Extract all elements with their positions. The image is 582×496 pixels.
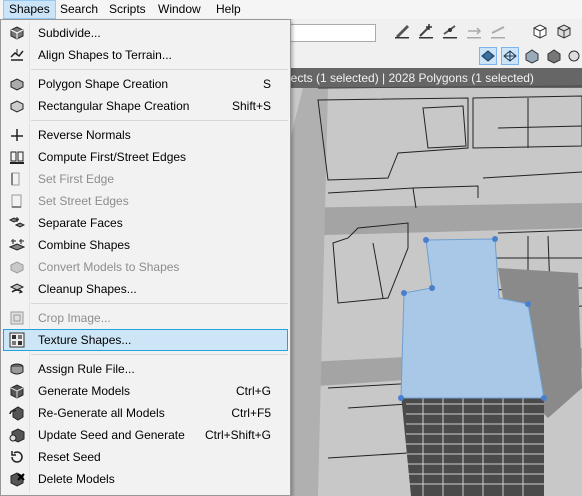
menu-item-label: Update Seed and Generate — [38, 428, 185, 442]
menu-item-reset-seed[interactable]: Reset Seed — [3, 446, 288, 468]
menu-item-update-seed-and-generate[interactable]: Update Seed and Generate Ctrl+Shift+G — [3, 424, 288, 446]
menu-item-shortcut: Shift+S — [231, 99, 271, 113]
merge-edges-icon — [465, 22, 483, 40]
menu-item-label: Texture Shapes... — [38, 333, 132, 347]
selection-info-text: jects (1 selected) | 2028 Polygons (1 se… — [288, 71, 534, 85]
menu-item-convert-models-to-shapes: Convert Models to Shapes — [3, 256, 288, 278]
wireframe-shaded-icon[interactable] — [479, 47, 497, 65]
menu-item-shortcut: Ctrl+F5 — [231, 406, 271, 420]
menu-help[interactable]: Help — [211, 0, 246, 19]
shaded-view-icon[interactable] — [545, 47, 563, 65]
crop-image-icon — [9, 310, 25, 326]
update-seed-icon — [9, 427, 25, 443]
menu-item-align-shapes-to-terrain[interactable]: Align Shapes to Terrain... — [3, 44, 288, 66]
viewport-3d[interactable] — [288, 68, 582, 496]
menu-item-shortcut: S — [262, 77, 271, 91]
menu-item-subdivide[interactable]: Subdivide... — [3, 22, 288, 44]
menu-separator — [31, 303, 288, 304]
viewport-info-bar: jects (1 selected) | 2028 Polygons (1 se… — [288, 68, 582, 88]
search-field[interactable] — [288, 24, 376, 42]
menu-item-cleanup-shapes[interactable]: Cleanup Shapes... — [3, 278, 288, 300]
assign-rule-icon — [9, 361, 25, 377]
menu-item-combine-shapes[interactable]: Combine Shapes — [3, 234, 288, 256]
menu-item-reverse-normals[interactable]: Reverse Normals — [3, 124, 288, 146]
menu-separator — [31, 354, 288, 355]
delete-models-icon — [9, 471, 25, 487]
menu-item-separate-faces[interactable]: Separate Faces — [3, 212, 288, 234]
menu-item-shortcut: Ctrl+Shift+G — [204, 428, 271, 442]
menu-item-label: Cleanup Shapes... — [38, 282, 137, 296]
menu-item-label: Compute First/Street Edges — [38, 150, 187, 164]
menu-item-label: Set Street Edges — [38, 194, 129, 208]
align-terrain-icon — [9, 47, 25, 63]
menu-item-polygon-shape-creation[interactable]: Polygon Shape Creation S — [3, 73, 288, 95]
convert-models-icon — [9, 259, 25, 275]
menu-item-label: Align Shapes to Terrain... — [38, 48, 172, 62]
menu-item-label: Reset Seed — [38, 450, 101, 464]
menu-item-label: Reverse Normals — [38, 128, 131, 142]
menu-item-rectangular-shape-creation[interactable]: Rectangular Shape Creation Shift+S — [3, 95, 288, 117]
menu-item-delete-models[interactable]: Delete Models — [3, 468, 288, 490]
align-edges-icon — [489, 22, 507, 40]
menu-item-label: Delete Models — [38, 472, 115, 486]
menu-shapes[interactable]: Shapes — [3, 0, 56, 19]
split-edge-icon[interactable] — [441, 22, 459, 40]
menu-item-compute-first-street-edges[interactable]: Compute First/Street Edges — [3, 146, 288, 168]
menu-item-label: Combine Shapes — [38, 238, 131, 252]
menu-separator — [31, 120, 288, 121]
edit-tool-icon[interactable] — [393, 22, 411, 40]
wireframe-icon[interactable] — [501, 47, 519, 65]
add-vertex-icon[interactable] — [417, 22, 435, 40]
street-edges-icon — [9, 193, 25, 209]
textured-view-icon[interactable] — [523, 47, 541, 65]
menu-window[interactable]: Window — [153, 0, 206, 19]
lighting-icon[interactable] — [565, 47, 582, 65]
cleanup-shapes-icon — [9, 281, 25, 297]
first-edge-icon — [9, 171, 25, 187]
menu-item-label: Convert Models to Shapes — [38, 260, 180, 274]
menu-item-label: Subdivide... — [38, 26, 101, 40]
compute-edges-icon — [9, 149, 25, 165]
menu-item-shortcut: Ctrl+G — [235, 384, 271, 398]
reverse-normals-icon — [9, 127, 25, 143]
combine-shapes-icon — [8, 237, 26, 253]
menu-item-label: Generate Models — [38, 384, 131, 398]
menu-item-label: Polygon Shape Creation — [38, 77, 169, 91]
menu-item-label: Separate Faces — [38, 216, 123, 230]
menu-item-label: Assign Rule File... — [38, 362, 135, 376]
reset-seed-icon — [9, 449, 25, 465]
menu-search[interactable]: Search — [55, 0, 103, 19]
menu-item-crop-image: Crop Image... — [3, 307, 288, 329]
rectangle-creation-icon — [9, 98, 25, 114]
shape-view-icon[interactable] — [531, 22, 549, 40]
regenerate-models-icon — [9, 405, 25, 421]
subdivide-icon — [9, 25, 25, 41]
separate-faces-icon — [8, 215, 26, 231]
menu-item-set-street-edges: Set Street Edges — [3, 190, 288, 212]
generate-models-icon — [9, 383, 25, 399]
polygon-creation-icon — [9, 76, 25, 92]
menu-item-regenerate-all-models[interactable]: Re-Generate all Models Ctrl+F5 — [3, 402, 288, 424]
menu-separator — [31, 69, 288, 70]
menu-item-texture-shapes[interactable]: Texture Shapes... — [3, 329, 288, 351]
menu-item-label: Re-Generate all Models — [38, 406, 165, 420]
texture-shapes-icon — [9, 332, 25, 348]
menu-item-label: Rectangular Shape Creation — [38, 99, 190, 113]
menu-item-label: Crop Image... — [38, 311, 111, 325]
model-view-icon[interactable] — [555, 22, 573, 40]
menu-item-assign-rule-file[interactable]: Assign Rule File... — [3, 358, 288, 380]
menu-item-label: Set First Edge — [38, 172, 115, 186]
menu-scripts[interactable]: Scripts — [104, 0, 151, 19]
menu-bar: Shapes Search Scripts Window Help — [0, 0, 582, 20]
shapes-menu: Subdivide... Align Shapes to Terrain... … — [0, 19, 291, 496]
menu-item-set-first-edge: Set First Edge — [3, 168, 288, 190]
menu-item-generate-models[interactable]: Generate Models Ctrl+G — [3, 380, 288, 402]
